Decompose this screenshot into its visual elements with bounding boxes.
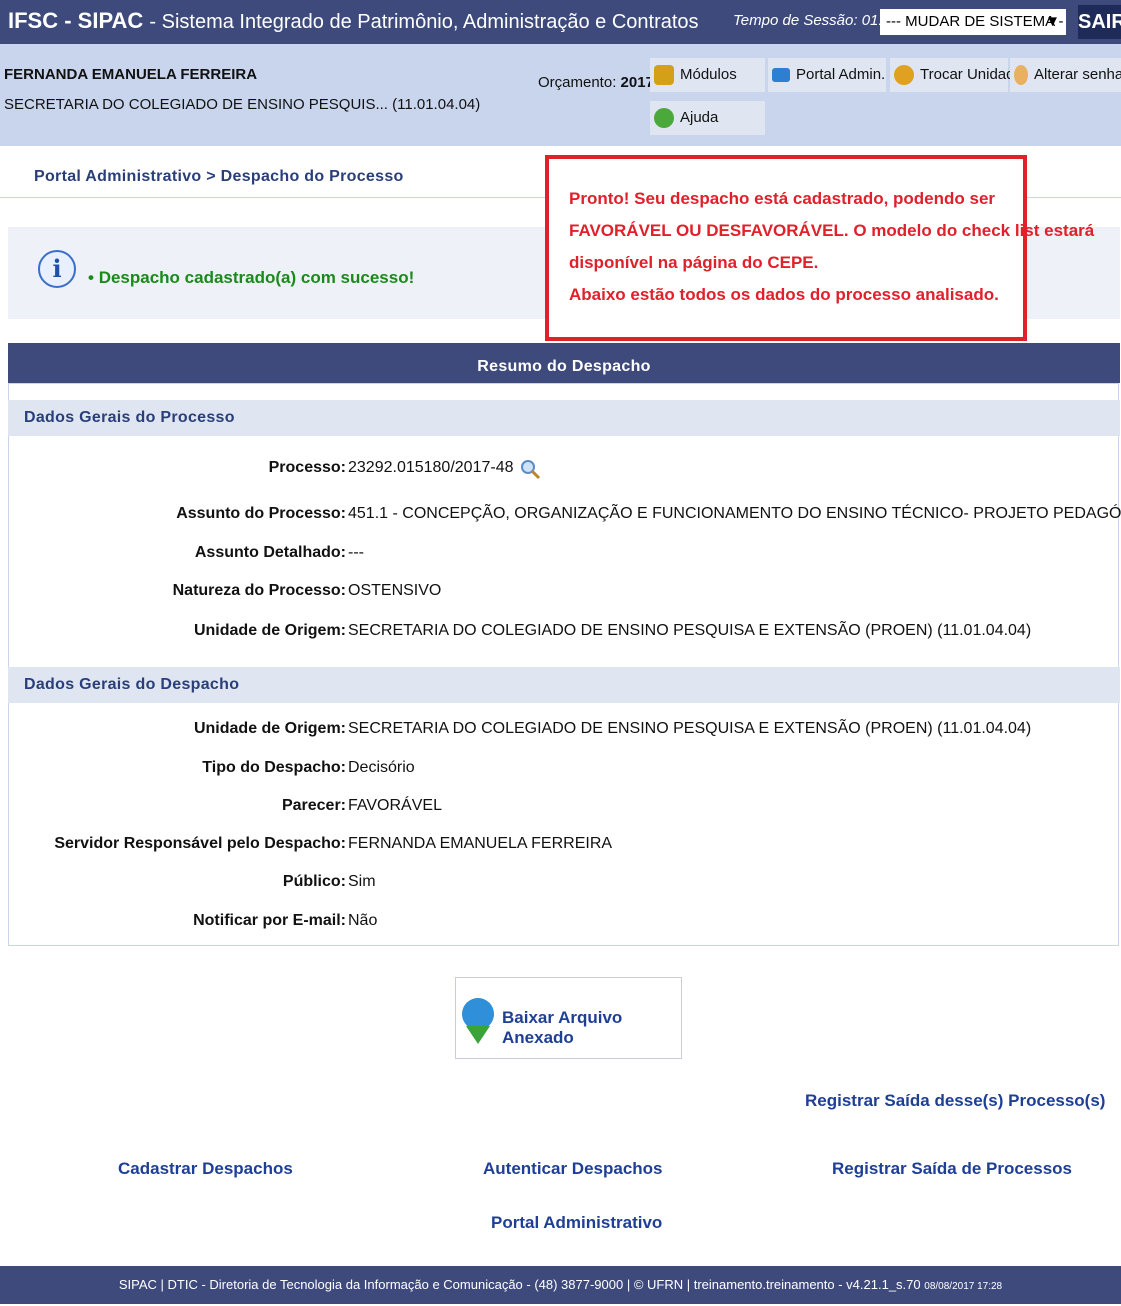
- breadcrumb[interactable]: Portal Administrativo > Despacho do Proc…: [34, 168, 404, 186]
- trocar-unidade-label: Trocar Unidade: [920, 66, 1023, 83]
- alterar-senha-button[interactable]: Alterar senha: [1010, 58, 1121, 92]
- logout-button[interactable]: SAIR: [1078, 5, 1121, 39]
- app-subtitle: - Sistema Integrado de Patrimônio, Admin…: [149, 11, 699, 33]
- modulos-label: Módulos: [680, 66, 737, 83]
- portal-administrativo-link[interactable]: Portal Administrativo: [491, 1213, 662, 1233]
- portal-admin-button[interactable]: Portal Admin.: [768, 58, 886, 92]
- user-key-icon: [1014, 65, 1028, 86]
- bullet: •: [88, 268, 94, 287]
- registrar-saida-desses-link[interactable]: Registrar Saída desse(s) Processo(s): [805, 1091, 1105, 1111]
- field-value: 23292.015180/2017-48: [348, 459, 542, 481]
- field-label: Notificar por E-mail:: [193, 912, 346, 929]
- field-value: Decisório: [348, 759, 415, 776]
- field-label: Parecer:: [281, 797, 346, 814]
- user-name: FERNANDA EMANUELA FERREIRA: [4, 66, 258, 83]
- field-label: Servidor Responsável pelo Despacho:: [54, 835, 346, 852]
- help-icon: [654, 108, 674, 129]
- field-value: Sim: [348, 873, 376, 890]
- portal-admin-label: Portal Admin.: [796, 66, 886, 83]
- modules-icon: [654, 65, 674, 86]
- session-timer: Tempo de Sessão: 01:30: [733, 12, 900, 29]
- orcamento-label: Orçamento:: [538, 74, 617, 91]
- footer-text: SIPAC | DTIC - Diretoria de Tecnologia d…: [118, 1277, 921, 1292]
- swap-icon: [894, 65, 914, 86]
- ajuda-label: Ajuda: [680, 109, 719, 126]
- annotation-line-4: Abaixo estão todos os dados do processo …: [569, 285, 999, 304]
- field-value: ---: [348, 544, 364, 561]
- field-value: SECRETARIA DO COLEGIADO DE ENSINO PESQUI…: [348, 720, 1032, 737]
- system-select[interactable]: --- MUDAR DE SISTEMA --- ▼: [880, 9, 1066, 56]
- orcamento: Orçamento: 2017: [538, 74, 654, 91]
- app-name: IFSC - SIPAC: [8, 8, 144, 33]
- resumo-header: Resumo do Despacho: [8, 343, 1120, 383]
- success-message: • Despacho cadastrado(a) com sucesso!: [88, 268, 414, 288]
- despacho-section-header: Dados Gerais do Despacho: [8, 667, 1120, 703]
- field-value: FAVORÁVEL: [348, 797, 442, 814]
- resumo-panel: [8, 383, 1119, 946]
- field-label: Unidade de Origem:: [193, 720, 346, 737]
- processo-section-header: Dados Gerais do Processo: [8, 400, 1120, 436]
- annotation-line-2: FAVORÁVEL OU DESFAVORÁVEL. O modelo do c…: [569, 221, 1095, 240]
- alterar-senha-label: Alterar senha: [1034, 66, 1121, 83]
- field-value: SECRETARIA DO COLEGIADO DE ENSINO PESQUI…: [348, 622, 1032, 639]
- info-icon: i: [38, 250, 76, 288]
- success-message-text: Despacho cadastrado(a) com sucesso!: [98, 268, 415, 287]
- field-label: Unidade de Origem:: [193, 622, 346, 639]
- annotation-box: Pronto! Seu despacho está cadastrado, po…: [545, 155, 1094, 341]
- network-icon: [772, 68, 790, 83]
- download-attachment-button[interactable]: Baixar Arquivo Anexado: [455, 977, 682, 1059]
- field-label: Processo:: [268, 459, 346, 476]
- modulos-button[interactable]: Módulos: [650, 58, 765, 92]
- app-title: IFSC - SIPAC - Sistema Integrado de Patr…: [8, 8, 699, 34]
- field-value: OSTENSIVO: [348, 582, 442, 599]
- field-value: Não: [348, 912, 378, 929]
- orcamento-year: 2017: [620, 74, 654, 91]
- chevron-down-icon: ▼: [1045, 13, 1060, 30]
- trocar-unidade-button[interactable]: Trocar Unidade: [890, 58, 1023, 92]
- footer: SIPAC | DTIC - Diretoria de Tecnologia d…: [0, 1266, 1121, 1304]
- cadastrar-despachos-link[interactable]: Cadastrar Despachos: [118, 1159, 293, 1179]
- field-label: Tipo do Despacho:: [202, 759, 346, 776]
- field-label: Público:: [282, 873, 346, 890]
- ajuda-button[interactable]: Ajuda: [650, 101, 765, 135]
- field-label: Assunto do Processo:: [176, 505, 346, 522]
- field-label: Natureza do Processo:: [172, 582, 346, 599]
- top-header: IFSC - SIPAC - Sistema Integrado de Patr…: [0, 0, 1121, 56]
- processo-number: 23292.015180/2017-48: [348, 459, 514, 476]
- user-unit: SECRETARIA DO COLEGIADO DE ENSINO PESQUI…: [4, 96, 481, 113]
- field-value: 451.1 - CONCEPÇÃO, ORGANIZAÇÃO E FUNCION…: [348, 505, 1121, 522]
- field-value: FERNANDA EMANUELA FERREIRA: [348, 835, 613, 852]
- registrar-saida-link[interactable]: Registrar Saída de Processos: [832, 1159, 1072, 1179]
- download-label: Baixar Arquivo Anexado: [502, 1008, 623, 1047]
- magnifier-icon[interactable]: [520, 459, 542, 481]
- autenticar-despachos-link[interactable]: Autenticar Despachos: [483, 1159, 663, 1179]
- user-bar: FERNANDA EMANUELA FERREIRA SECRETARIA DO…: [0, 44, 1121, 146]
- download-arrow-icon: [466, 1026, 490, 1044]
- annotation-line-3: disponível na página do CEPE.: [569, 253, 819, 272]
- footer-date: 08/08/2017 17:28: [924, 1281, 1003, 1292]
- field-label: Assunto Detalhado:: [194, 544, 346, 561]
- annotation-line-1: Pronto! Seu despacho está cadastrado, po…: [569, 189, 996, 208]
